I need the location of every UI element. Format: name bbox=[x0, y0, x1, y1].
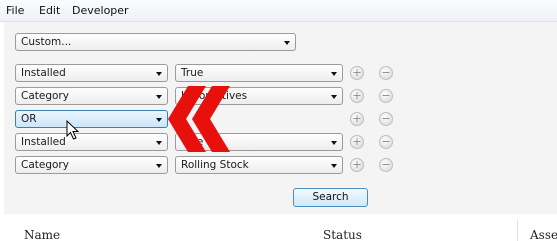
filter-value-dropdown[interactable]: True bbox=[175, 64, 343, 82]
filter-operator-dropdown[interactable]: OR bbox=[15, 110, 168, 128]
mouse-cursor-icon bbox=[66, 120, 80, 140]
filter-field-value: Installed bbox=[21, 67, 66, 79]
add-filter-icon[interactable]: + bbox=[350, 89, 364, 103]
menu-bar: File Edit Developer bbox=[0, 0, 557, 22]
add-filter-icon[interactable]: + bbox=[350, 135, 364, 149]
preset-value: Custom... bbox=[21, 36, 72, 48]
filter-value-dropdown[interactable]: Rolling Stock bbox=[175, 156, 343, 174]
filter-value-text: Rolling Stock bbox=[181, 159, 249, 171]
remove-filter-icon[interactable]: − bbox=[379, 89, 393, 103]
remove-filter-icon[interactable]: − bbox=[379, 66, 393, 80]
add-filter-icon[interactable]: + bbox=[350, 158, 364, 172]
remove-filter-icon[interactable]: − bbox=[379, 112, 393, 126]
filter-field-value: Installed bbox=[21, 136, 66, 148]
results-table-header: Name Status Asse bbox=[0, 214, 557, 241]
chevron-down-icon bbox=[156, 141, 162, 145]
chevron-down-icon bbox=[284, 41, 290, 45]
remove-filter-icon[interactable]: − bbox=[379, 135, 393, 149]
filter-field-dropdown[interactable]: Installed bbox=[15, 133, 168, 151]
menu-developer[interactable]: Developer bbox=[72, 4, 129, 17]
chevron-down-icon bbox=[156, 164, 162, 168]
chevron-down-icon bbox=[331, 164, 337, 168]
filter-field-value: Category bbox=[21, 90, 69, 102]
menu-edit[interactable]: Edit bbox=[39, 4, 60, 17]
chevron-down-icon bbox=[156, 95, 162, 99]
remove-filter-icon[interactable]: − bbox=[379, 158, 393, 172]
filter-value-text: True bbox=[181, 67, 204, 79]
chevron-down-icon bbox=[331, 141, 337, 145]
chevron-down-icon bbox=[156, 118, 162, 122]
preset-dropdown[interactable]: Custom... bbox=[15, 33, 296, 51]
filter-field-dropdown[interactable]: Category bbox=[15, 87, 168, 105]
double-chevron-left-icon bbox=[168, 86, 230, 152]
column-header-asset[interactable]: Asse bbox=[530, 228, 557, 241]
column-divider[interactable] bbox=[517, 220, 518, 241]
filter-field-dropdown[interactable]: Category bbox=[15, 156, 168, 174]
filter-field-value: Category bbox=[21, 159, 69, 171]
column-header-name[interactable]: Name bbox=[24, 228, 60, 241]
filter-field-dropdown[interactable]: Installed bbox=[15, 64, 168, 82]
chevron-down-icon bbox=[156, 72, 162, 76]
filter-operator-value: OR bbox=[21, 113, 37, 125]
menu-file[interactable]: File bbox=[6, 4, 24, 17]
chevron-down-icon bbox=[331, 72, 337, 76]
add-filter-icon[interactable]: + bbox=[350, 112, 364, 126]
add-filter-icon[interactable]: + bbox=[350, 66, 364, 80]
chevron-down-icon bbox=[331, 95, 337, 99]
column-header-status[interactable]: Status bbox=[323, 228, 362, 241]
search-button[interactable]: Search bbox=[293, 188, 368, 207]
